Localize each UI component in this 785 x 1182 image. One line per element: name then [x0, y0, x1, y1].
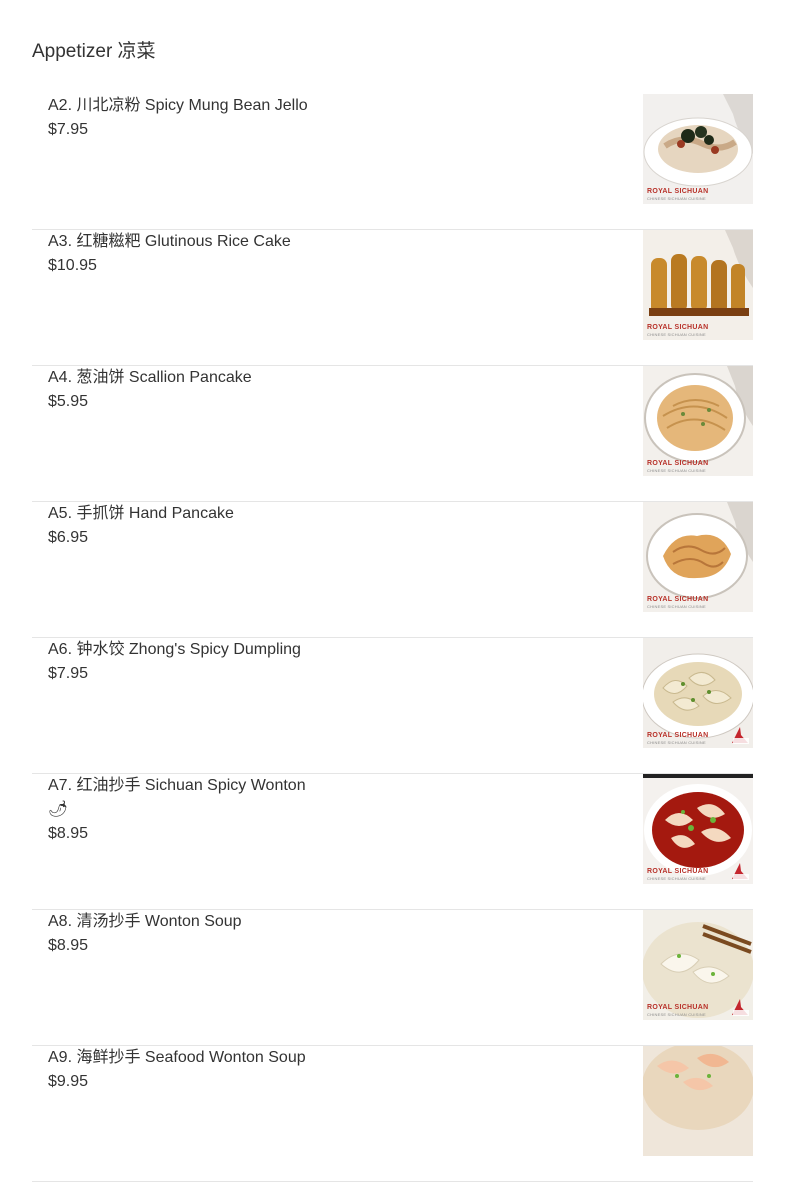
item-price: $6.95: [48, 529, 89, 546]
item-price: $5.95: [48, 393, 89, 410]
mung-bean-jello-photo[interactable]: ROYAL SICHUAN CHINESE SICHUAN CUISINE: [643, 94, 753, 204]
item-name[interactable]: A8. 清汤抄手 Wonton Soup: [48, 910, 608, 934]
eats-badge-icon: [732, 999, 749, 1016]
menu-item-list: A2. 川北凉粉 Spicy Mung Bean Jello $7.95 ROY…: [32, 94, 753, 1182]
item-name[interactable]: A2. 川北凉粉 Spicy Mung Bean Jello: [48, 94, 608, 118]
item-name[interactable]: A7. 红油抄手 Sichuan Spicy Wonton: [48, 774, 608, 798]
item-name[interactable]: A9. 海鲜抄手 Seafood Wonton Soup: [48, 1046, 608, 1070]
item-text: A9. 海鲜抄手 Seafood Wonton Soup $9.95: [48, 1046, 608, 1094]
item-text: A8. 清汤抄手 Wonton Soup $8.95: [48, 910, 608, 958]
menu-item-a7[interactable]: A7. 红油抄手 Sichuan Spicy Wonton 🌶 $8.95 RO…: [32, 774, 753, 910]
menu-item-a6[interactable]: A6. 钟水饺 Zhong's Spicy Dumpling $7.95 ROY…: [32, 638, 753, 774]
item-name[interactable]: A6. 钟水饺 Zhong's Spicy Dumpling: [48, 638, 608, 662]
brand-logo: ROYAL SICHUAN CHINESE SICHUAN CUISINE: [647, 732, 709, 745]
item-price: $7.95: [48, 121, 89, 138]
item-name[interactable]: A4. 葱油饼 Scallion Pancake: [48, 366, 608, 390]
item-price: $9.95: [48, 1073, 89, 1090]
brand-logo: ROYAL SICHUAN CHINESE SICHUAN CUISINE: [647, 868, 709, 881]
wonton-soup-photo[interactable]: ROYAL SICHUAN CHINESE SICHUAN CUISINE: [643, 910, 753, 1020]
seafood-wonton-soup-photo[interactable]: [643, 1046, 753, 1156]
eats-badge-icon: [732, 863, 749, 880]
spicy-wonton-photo[interactable]: ROYAL SICHUAN CHINESE SICHUAN CUISINE: [643, 774, 753, 884]
menu-item-a9[interactable]: A9. 海鲜抄手 Seafood Wonton Soup $9.95: [32, 1046, 753, 1182]
item-price: $7.95: [48, 665, 89, 682]
hand-pancake-photo[interactable]: ROYAL SICHUAN CHINESE SICHUAN CUISINE: [643, 502, 753, 612]
brand-logo: ROYAL SICHUAN CHINESE SICHUAN CUISINE: [647, 596, 709, 609]
item-text: A3. 红糖糍粑 Glutinous Rice Cake $10.95: [48, 230, 608, 278]
chili-pepper-icon: 🌶: [48, 801, 69, 818]
item-text: A5. 手抓饼 Hand Pancake $6.95: [48, 502, 608, 550]
item-text: A7. 红油抄手 Sichuan Spicy Wonton 🌶 $8.95: [48, 774, 608, 846]
brand-logo: ROYAL SICHUAN CHINESE SICHUAN CUISINE: [647, 460, 709, 473]
section-title: Appetizer 凉菜: [32, 41, 156, 62]
item-text: A2. 川北凉粉 Spicy Mung Bean Jello $7.95: [48, 94, 608, 142]
spicy-dumpling-photo[interactable]: ROYAL SICHUAN CHINESE SICHUAN CUISINE: [643, 638, 753, 748]
brand-logo: ROYAL SICHUAN CHINESE SICHUAN CUISINE: [647, 188, 709, 201]
menu-item-a3[interactable]: A3. 红糖糍粑 Glutinous Rice Cake $10.95 ROYA…: [32, 230, 753, 366]
item-name[interactable]: A3. 红糖糍粑 Glutinous Rice Cake: [48, 230, 608, 254]
menu-item-a5[interactable]: A5. 手抓饼 Hand Pancake $6.95 ROYAL SICHUAN…: [32, 502, 753, 638]
eats-badge-icon: [732, 727, 749, 744]
item-price: $8.95: [48, 825, 89, 842]
brand-logo: ROYAL SICHUAN CHINESE SICHUAN CUISINE: [647, 1004, 709, 1017]
brand-logo: ROYAL SICHUAN CHINESE SICHUAN CUISINE: [647, 324, 709, 337]
item-text: A4. 葱油饼 Scallion Pancake $5.95: [48, 366, 608, 414]
item-text: A6. 钟水饺 Zhong's Spicy Dumpling $7.95: [48, 638, 608, 686]
scallion-pancake-photo[interactable]: ROYAL SICHUAN CHINESE SICHUAN CUISINE: [643, 366, 753, 476]
menu-item-a8[interactable]: A8. 清汤抄手 Wonton Soup $8.95 ROYAL SICHUAN…: [32, 910, 753, 1046]
item-name[interactable]: A5. 手抓饼 Hand Pancake: [48, 502, 608, 526]
item-price: $8.95: [48, 937, 89, 954]
menu-item-a2[interactable]: A2. 川北凉粉 Spicy Mung Bean Jello $7.95 ROY…: [32, 94, 753, 230]
appetizer-section: Appetizer 凉菜 A2. 川北凉粉 Spicy Mung Bean Je…: [32, 38, 753, 1182]
menu-item-a4[interactable]: A4. 葱油饼 Scallion Pancake $5.95 ROYAL SIC…: [32, 366, 753, 502]
rice-cake-photo[interactable]: ROYAL SICHUAN CHINESE SICHUAN CUISINE: [643, 230, 753, 340]
item-price: $10.95: [48, 257, 97, 274]
